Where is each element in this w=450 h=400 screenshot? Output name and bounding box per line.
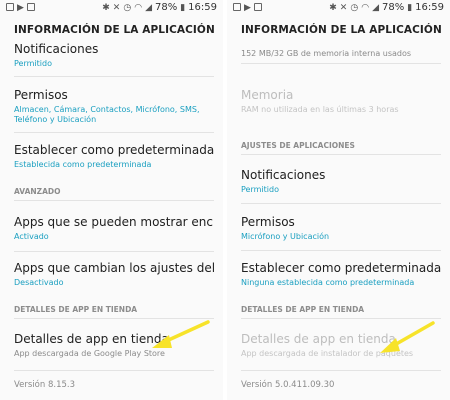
divider bbox=[14, 200, 214, 201]
section-store-details: DETALLES DE APP EN TIENDA bbox=[241, 305, 365, 314]
right-app-info-screen: ▶ ✱ ✕ ◷ ◠ ◢ 78% ▮ 16:59 INFORMACIÓN DE L… bbox=[227, 0, 450, 400]
memory-item[interactable]: Memoria RAM no utilizada en las últimas … bbox=[241, 88, 441, 115]
set-default-label: Establecer como predeterminada bbox=[14, 143, 214, 157]
wifi-icon: ◠ bbox=[134, 2, 143, 13]
storage-item[interactable]: 152 MB/32 GB de memoria interna usados bbox=[241, 46, 441, 59]
notification-icon bbox=[6, 3, 14, 11]
divider bbox=[241, 370, 441, 371]
memory-value: RAM no utilizada en las últimas 3 horas bbox=[241, 105, 399, 114]
left-app-info-screen: ▶ ✱ ✕ ◷ ◠ ◢ 78% ▮ 16:59 INFORMACIÓN DE L… bbox=[0, 0, 223, 400]
bluetooth-icon: ✱ bbox=[102, 2, 110, 13]
notifications-item[interactable]: Notificaciones Permitido bbox=[14, 42, 214, 69]
notifications-item[interactable]: Notificaciones Permitido bbox=[241, 168, 441, 195]
bluetooth-icon: ✱ bbox=[329, 2, 337, 13]
status-bar: ▶ ✱ ✕ ◷ ◠ ◢ 78% ▮ 16:59 bbox=[0, 0, 223, 16]
play-icon: ▶ bbox=[244, 3, 251, 13]
set-default-value: Establecida como predeterminada bbox=[14, 160, 152, 169]
play-icon: ▶ bbox=[17, 3, 24, 13]
page-title: INFORMACIÓN DE LA APLICACIÓN bbox=[14, 24, 215, 36]
alarm-icon: ◷ bbox=[350, 2, 359, 13]
battery-level: 78% bbox=[381, 2, 405, 13]
status-bar: ▶ ✱ ✕ ◷ ◠ ◢ 78% ▮ 16:59 bbox=[227, 0, 450, 16]
mute-icon: ✕ bbox=[112, 2, 121, 13]
clock: 16:59 bbox=[188, 2, 217, 13]
permissions-label: Permisos bbox=[241, 215, 295, 229]
battery-level: 78% bbox=[154, 2, 178, 13]
section-app-settings: AJUSTES DE APLICACIONES bbox=[241, 141, 355, 150]
permissions-value-line-1: Almacen, Cámara, Contactos, Micrófono, S… bbox=[14, 105, 200, 114]
set-default-value: Ninguna establecida como predeterminada bbox=[241, 278, 415, 287]
app-version: Versión 8.15.3 bbox=[14, 380, 75, 390]
permissions-value-line-2: Teléfono y Ubicación bbox=[14, 115, 97, 124]
wifi-icon: ◠ bbox=[361, 2, 370, 13]
mute-icon: ✕ bbox=[339, 2, 348, 13]
divider bbox=[241, 318, 441, 319]
section-advanced: AVANZADO bbox=[14, 187, 61, 196]
section-store-details: DETALLES DE APP EN TIENDA bbox=[14, 305, 138, 314]
overlay-apps-value: Activado bbox=[14, 232, 49, 241]
gallery-icon bbox=[253, 3, 262, 11]
divider bbox=[14, 370, 214, 371]
battery-icon: ▮ bbox=[180, 2, 186, 13]
gallery-icon bbox=[26, 3, 35, 11]
app-version: Versión 5.0.411.09.30 bbox=[241, 380, 335, 390]
notifications-label: Notificaciones bbox=[14, 42, 99, 56]
permissions-value: Almacen, Cámara, Contactos, Micrófono, S… bbox=[14, 105, 214, 125]
overlay-apps-item[interactable]: Apps que se pueden mostrar encima Activa… bbox=[14, 215, 214, 242]
permissions-item[interactable]: Permisos Micrófono y Ubicación bbox=[241, 215, 441, 242]
alarm-icon: ◷ bbox=[123, 2, 132, 13]
system-settings-value: Desactivado bbox=[14, 278, 64, 287]
divider bbox=[241, 203, 441, 204]
overlay-apps-label: Apps que se pueden mostrar encima bbox=[14, 215, 214, 229]
notifications-value: Permitido bbox=[241, 185, 279, 194]
page-title: INFORMACIÓN DE LA APLICACIÓN bbox=[241, 24, 442, 36]
system-settings-item[interactable]: Apps que cambian los ajustes del siste..… bbox=[14, 261, 214, 288]
signal-icon: ◢ bbox=[145, 2, 152, 13]
yellow-arrow-icon bbox=[380, 321, 435, 353]
permissions-item[interactable]: Permisos Almacen, Cámara, Contactos, Mic… bbox=[14, 88, 214, 125]
permissions-value: Micrófono y Ubicación bbox=[241, 232, 330, 241]
signal-icon: ◢ bbox=[372, 2, 379, 13]
clock: 16:59 bbox=[415, 2, 444, 13]
set-default-item[interactable]: Establecer como predeterminada Ninguna e… bbox=[241, 261, 441, 288]
permissions-label: Permisos bbox=[14, 88, 68, 102]
divider bbox=[241, 154, 441, 155]
divider bbox=[14, 251, 214, 252]
battery-icon: ▮ bbox=[407, 2, 413, 13]
memory-label: Memoria bbox=[241, 88, 294, 102]
notifications-label: Notificaciones bbox=[241, 168, 326, 182]
divider bbox=[14, 132, 214, 133]
set-default-label: Establecer como predeterminada bbox=[241, 261, 441, 275]
storage-usage: 152 MB/32 GB de memoria interna usados bbox=[241, 49, 412, 58]
divider bbox=[241, 250, 441, 251]
set-default-item[interactable]: Establecer como predeterminada Estableci… bbox=[14, 143, 214, 170]
divider bbox=[14, 76, 214, 77]
notification-icon bbox=[233, 3, 241, 11]
notifications-value: Permitido bbox=[14, 59, 52, 68]
system-settings-label: Apps que cambian los ajustes del siste.. bbox=[14, 261, 214, 275]
yellow-arrow-icon bbox=[152, 320, 210, 348]
divider bbox=[241, 63, 441, 64]
